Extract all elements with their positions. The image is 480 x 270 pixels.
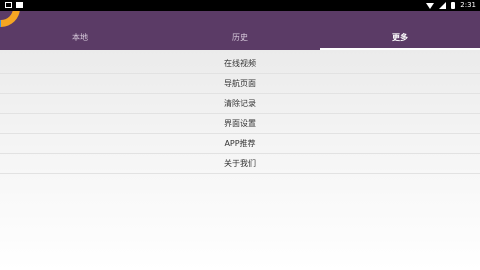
more-menu: 在线视频 导航页面 清除记录 界面设置 APP推荐 关于我们: [0, 50, 480, 270]
signal-icon: [439, 2, 447, 9]
tab-more[interactable]: 更多: [320, 29, 480, 50]
tab-local[interactable]: 本地: [0, 29, 160, 50]
status-bar: 2:31: [0, 0, 480, 11]
menu-item-about-us[interactable]: 关于我们: [0, 154, 480, 174]
menu-item-online-video[interactable]: 在线视频: [0, 54, 480, 74]
menu-item-app-recommend[interactable]: APP推荐: [0, 134, 480, 154]
status-icons-right: 2:31: [426, 1, 476, 10]
menu-list: 在线视频 导航页面 清除记录 界面设置 APP推荐 关于我们: [0, 50, 480, 174]
status-time: 2:31: [460, 1, 476, 9]
tab-bar: 本地 历史 更多: [0, 29, 480, 50]
image-icon: [5, 2, 12, 8]
menu-item-navigation-page[interactable]: 导航页面: [0, 74, 480, 94]
wifi-icon: [426, 2, 435, 9]
battery-icon: [451, 2, 456, 9]
app-bar: 本地 历史 更多: [0, 11, 480, 50]
app-logo-icon: [0, 11, 20, 27]
status-icons-left: [5, 2, 23, 8]
menu-item-ui-settings[interactable]: 界面设置: [0, 114, 480, 134]
menu-item-clear-history[interactable]: 清除记录: [0, 94, 480, 114]
tab-history[interactable]: 历史: [160, 29, 320, 50]
notification-icon: [16, 2, 23, 8]
